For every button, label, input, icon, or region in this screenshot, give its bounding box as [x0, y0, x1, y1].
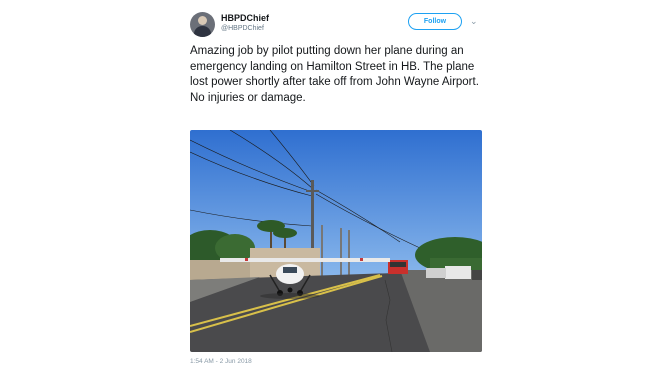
tweet-photo[interactable] — [190, 130, 482, 352]
author-handle[interactable]: @HBPDChief — [221, 25, 264, 32]
tweet-card: HBPDChief @HBPDChief Follow ⌄ Amazing jo… — [178, 0, 496, 374]
avatar[interactable] — [190, 12, 215, 37]
tweet-text: Amazing job by pilot putting down her pl… — [190, 45, 479, 104]
author-name[interactable]: HBPDChief — [221, 13, 269, 23]
follow-button[interactable]: Follow — [408, 13, 462, 30]
chevron-down-icon[interactable]: ⌄ — [470, 16, 478, 27]
timestamp[interactable]: 1:54 AM - 2 Jun 2018 — [190, 358, 252, 365]
